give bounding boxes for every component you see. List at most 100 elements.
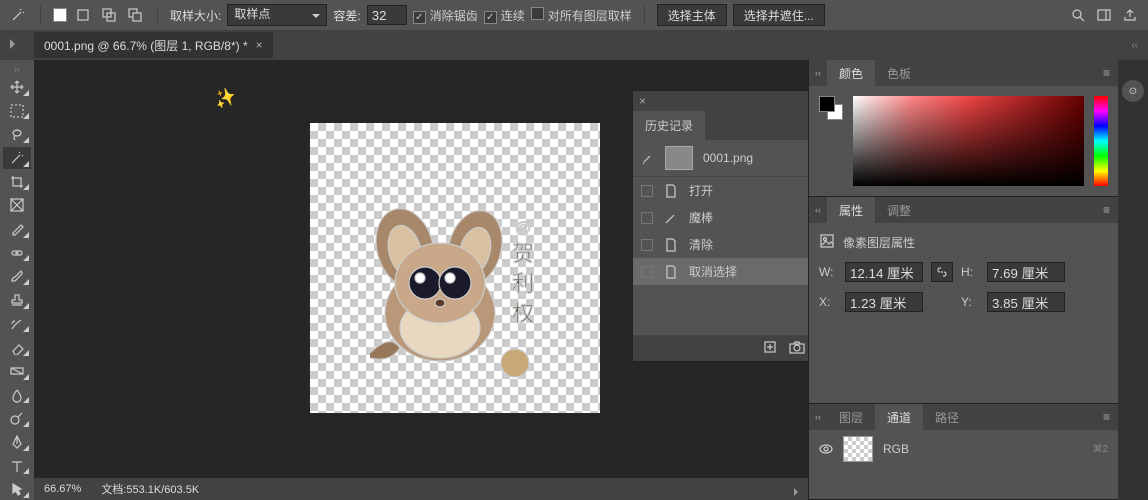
canvas-area[interactable]: ✨ [34, 60, 808, 500]
properties-tab[interactable]: 属性 [827, 197, 875, 223]
collapse-icon[interactable]: ‹‹ [1131, 40, 1148, 51]
contiguous-option[interactable]: 连续 [484, 7, 525, 24]
panel-menu-icon[interactable]: ≡ [1095, 66, 1118, 80]
all-layers-checkbox[interactable] [531, 7, 544, 20]
dodge-tool[interactable] [3, 407, 31, 429]
history-step[interactable]: 清除 [633, 231, 808, 258]
panel-menu-icon[interactable]: ≡ [1095, 410, 1118, 424]
history-checkbox[interactable] [641, 185, 653, 197]
channels-tab[interactable]: 通道 [875, 404, 923, 430]
swatches-tab[interactable]: 色板 [875, 60, 923, 86]
pen-tool[interactable] [3, 431, 31, 453]
foreground-color[interactable] [819, 96, 835, 112]
collapse-icon[interactable]: ‹‹ [809, 68, 827, 78]
adjustments-tab[interactable]: 调整 [875, 197, 923, 223]
history-step[interactable]: 魔棒 [633, 204, 808, 231]
close-icon[interactable]: × [256, 38, 263, 52]
document-icon [663, 237, 679, 253]
x-input[interactable] [845, 292, 923, 312]
history-tab-label: 历史记录 [645, 119, 693, 133]
new-selection-icon[interactable] [73, 5, 93, 25]
history-panel-header[interactable]: × ‹‹ [633, 91, 808, 111]
healing-tool[interactable] [3, 242, 31, 264]
history-tab[interactable]: 历史记录 [633, 111, 705, 140]
search-icon[interactable] [1068, 5, 1088, 25]
select-and-mask-button[interactable]: 选择并遮住... [733, 4, 825, 26]
brush-icon [641, 151, 655, 165]
magic-wand-tool[interactable] [3, 147, 31, 169]
layers-tab[interactable]: 图层 [827, 404, 875, 430]
width-input[interactable] [845, 262, 923, 282]
tab-label: 路径 [935, 409, 959, 426]
share-icon[interactable] [1120, 5, 1140, 25]
stamp-tool[interactable] [3, 289, 31, 311]
history-checkbox[interactable] [641, 239, 653, 251]
eraser-tool[interactable] [3, 336, 31, 358]
channel-thumbnail [843, 436, 873, 462]
canvas[interactable]: @ 贺 利 权 [310, 123, 600, 413]
history-step-label: 魔棒 [689, 209, 713, 226]
tools-panel: ›› [0, 60, 34, 500]
x-label: X: [819, 295, 837, 309]
width-label: W: [819, 265, 837, 279]
sample-size-select[interactable]: 取样点 [227, 4, 327, 26]
wand-cursor-icon: ✨ [211, 85, 239, 112]
collapse-tools-icon[interactable]: ›› [14, 64, 20, 74]
zoom-level[interactable]: 66.67% [44, 483, 81, 495]
crop-tool[interactable] [3, 171, 31, 193]
sample-swatch[interactable] [53, 8, 67, 22]
document-tab[interactable]: 0001.png @ 66.7% (图层 1, RGB/8*) * × [34, 32, 273, 58]
history-checkbox[interactable] [641, 212, 653, 224]
add-selection-icon[interactable] [99, 5, 119, 25]
select-subject-button[interactable]: 选择主体 [657, 4, 727, 26]
contiguous-label: 连续 [501, 9, 525, 23]
history-step[interactable]: 打开 [633, 177, 808, 204]
new-document-icon[interactable] [763, 340, 777, 357]
gradient-tool[interactable] [3, 360, 31, 382]
eyedropper-tool[interactable] [3, 218, 31, 240]
type-tool[interactable] [3, 455, 31, 477]
color-ramp[interactable] [853, 96, 1084, 186]
canvas-image: @ 贺 利 权 [340, 163, 570, 393]
color-tab[interactable]: 颜色 [827, 60, 875, 86]
path-select-tool[interactable] [3, 478, 31, 500]
blur-tool[interactable] [3, 384, 31, 406]
all-layers-option[interactable]: 对所有图层取样 [531, 7, 632, 24]
move-tool[interactable] [3, 76, 31, 98]
document-info[interactable]: 文档:553.1K/603.5K [101, 481, 199, 497]
link-icon[interactable] [931, 262, 953, 282]
workspace-icon[interactable] [1094, 5, 1114, 25]
contiguous-checkbox[interactable] [484, 11, 497, 24]
foreground-background-swatch[interactable] [819, 96, 843, 120]
marquee-tool[interactable] [3, 100, 31, 122]
visibility-icon[interactable] [819, 442, 833, 456]
y-input[interactable] [987, 292, 1065, 312]
paths-tab[interactable]: 路径 [923, 404, 971, 430]
collapse-icon[interactable]: ‹‹ [809, 205, 827, 215]
history-checkbox[interactable] [641, 266, 653, 278]
history-brush-tool[interactable] [3, 313, 31, 335]
antialias-label: 消除锯齿 [430, 9, 478, 23]
brush-tool[interactable] [3, 265, 31, 287]
collapse-icon[interactable]: ‹‹ [809, 412, 827, 422]
cc-dock: ⊙ [1118, 60, 1148, 500]
panel-menu-icon[interactable]: ≡ [1095, 203, 1118, 217]
watermark-at: @ [515, 220, 531, 237]
close-icon[interactable]: × [639, 94, 646, 108]
history-step-current[interactable]: 取消选择 [633, 258, 808, 285]
antialias-checkbox[interactable] [413, 11, 426, 24]
sample-size-value: 取样点 [234, 7, 270, 21]
antialias-option[interactable]: 消除锯齿 [413, 7, 478, 24]
properties-panel: ‹‹ 属性 调整 ≡ 像素图层属性 W: H: [809, 197, 1118, 404]
lasso-tool[interactable] [3, 123, 31, 145]
creative-cloud-icon[interactable]: ⊙ [1122, 80, 1144, 102]
tolerance-input[interactable] [367, 5, 407, 25]
height-input[interactable] [987, 262, 1065, 282]
history-snapshot[interactable]: 0001.png [633, 140, 808, 177]
hue-strip[interactable] [1094, 96, 1108, 186]
frame-tool[interactable] [3, 194, 31, 216]
subtract-selection-icon[interactable] [125, 5, 145, 25]
all-layers-label: 对所有图层取样 [548, 9, 632, 23]
camera-icon[interactable] [789, 340, 805, 357]
channel-row[interactable]: RGB ⌘2 [809, 430, 1118, 468]
